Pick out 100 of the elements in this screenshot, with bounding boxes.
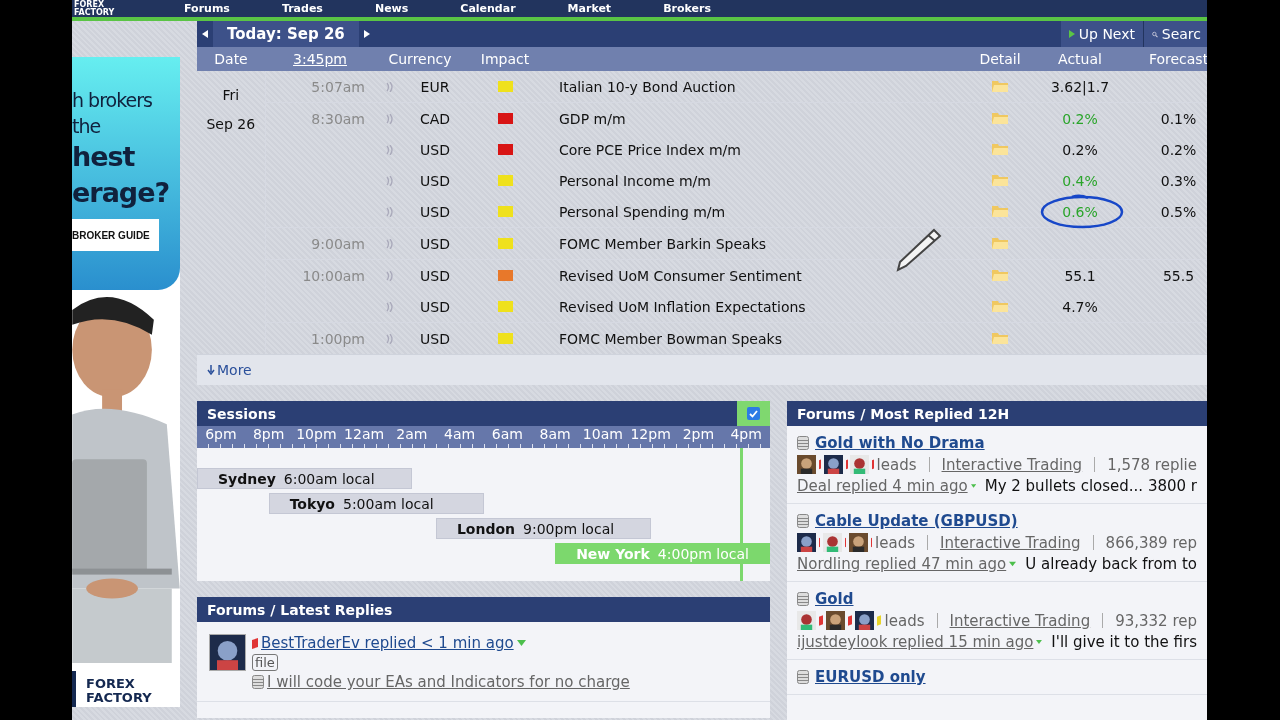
event-name[interactable]: Revised UoM Inflation Expectations [559, 298, 806, 315]
folder-icon[interactable] [992, 330, 1008, 344]
last-reply-link[interactable]: Deal replied 4 min ago [797, 477, 968, 495]
thread-title[interactable]: Gold with No Drama [815, 434, 985, 452]
panel-title: Forums / Latest Replies [207, 601, 394, 618]
folder-icon[interactable] [992, 141, 1008, 155]
folder-icon[interactable] [992, 78, 1008, 92]
event-name[interactable]: Revised UoM Consumer Sentiment [559, 267, 802, 284]
nav-link[interactable]: Market [567, 2, 612, 15]
ad-headline: erage? [72, 176, 171, 210]
last-reply-link[interactable]: ijustdeylook replied 15 min ago [797, 633, 1034, 651]
search-button[interactable]: Searc [1143, 21, 1207, 47]
forum-link[interactable]: Interactive Trading [940, 533, 1081, 552]
thread-icon [797, 670, 809, 684]
sound-wave-icon [386, 238, 394, 249]
ad-headline: h brokers [72, 88, 153, 113]
dropdown-icon [970, 483, 976, 489]
nav-link[interactable]: Brokers [663, 2, 711, 15]
up-next-button[interactable]: Up Next [1060, 21, 1143, 47]
date-tab[interactable]: Today: Sep 26 [213, 21, 359, 47]
folder-icon[interactable] [992, 172, 1008, 186]
thread-icon [797, 436, 809, 450]
nav-link[interactable]: Forums [184, 2, 230, 15]
folder-icon[interactable] [992, 110, 1008, 124]
nav-link[interactable]: Trades [281, 2, 323, 15]
event-name[interactable]: FOMC Member Barkin Speaks [559, 235, 767, 252]
previous-arrow-icon[interactable] [202, 30, 208, 38]
currency-code: USD [420, 141, 450, 158]
ad-button[interactable]: BROKER GUIDE [72, 219, 159, 251]
hour-label: 4pm [729, 426, 763, 444]
folder-icon[interactable] [992, 298, 1008, 312]
dropdown-icon[interactable] [516, 640, 526, 646]
ad-banner[interactable]: h brokers the hest erage? BROKER GUIDE FOREX FACTORY [72, 57, 180, 707]
event-name[interactable]: Core PCE Price Index m/m [559, 141, 741, 158]
thread-title[interactable]: Cable Update (GBPUSD) [815, 512, 1018, 530]
sound-wave-icon [386, 81, 394, 92]
down-arrow-icon [207, 365, 215, 375]
currency-code: USD [420, 203, 450, 220]
nav-link[interactable]: Calendar [460, 2, 516, 15]
hour-label: 4am [443, 426, 477, 444]
thread-icon [252, 675, 264, 689]
hour-label: 8am [538, 426, 572, 444]
more-link[interactable]: More [207, 362, 252, 378]
actual-value: 3.62|1.7 [1050, 78, 1110, 95]
thread-link[interactable]: I will code your EAs and Indicators for no charge [267, 673, 630, 691]
ad-headline: hest [72, 140, 136, 174]
ad-logo: FOREX FACTORY [72, 671, 180, 707]
hour-label: 6pm [204, 426, 238, 444]
sound-wave-icon [386, 113, 394, 124]
event-time: 1:00pm [311, 330, 365, 347]
reply-count: 93,332 rep [1115, 611, 1197, 630]
folder-icon[interactable] [992, 203, 1008, 217]
folder-icon[interactable] [992, 235, 1008, 249]
panel-title: Sessions [207, 405, 277, 422]
event-name[interactable]: Personal Income m/m [559, 172, 711, 189]
event-name[interactable]: FOMC Member Bowman Speaks [559, 330, 782, 347]
reply-count: 1,578 replie [1107, 455, 1197, 474]
day-label: Fri [221, 86, 241, 105]
next-arrow-icon[interactable] [363, 30, 370, 38]
currency-code: EUR [420, 78, 450, 95]
dropdown-icon [1009, 561, 1017, 567]
event-name[interactable]: Personal Spending m/m [559, 203, 726, 220]
dropdown-icon [1036, 639, 1043, 645]
hour-label: 2am [395, 426, 429, 444]
checkbox[interactable] [747, 407, 760, 420]
reply-count: 866,389 rep [1105, 533, 1197, 552]
thread-icon [797, 592, 809, 606]
reply-excerpt: U already back from to [1025, 555, 1197, 573]
nav-link[interactable]: News [374, 2, 409, 15]
session-bar: Sydney 6:00am local [197, 468, 412, 489]
session-bar: New York 4:00pm local [555, 543, 770, 564]
forecast-value: 0.2% [1160, 141, 1197, 158]
event-time: 10:00am [302, 267, 365, 284]
thread-title[interactable]: Gold [815, 590, 854, 608]
currency-code: USD [420, 298, 450, 315]
last-reply-link[interactable]: Nordling replied 47 min ago [797, 555, 1007, 573]
thread-icon [797, 514, 809, 528]
date-label: Sep 26 [205, 115, 257, 134]
logo: FOREX FACTORY [73, 0, 116, 17]
reply-link[interactable]: BestTraderEv replied < 1 min ago [261, 634, 514, 652]
event-name[interactable]: Italian 10-y Bond Auction [559, 78, 736, 95]
sound-wave-icon [386, 206, 394, 217]
actual-value: 0.6% [1062, 203, 1098, 220]
forum-link[interactable]: Interactive Trading [949, 611, 1091, 630]
reply-excerpt: My 2 bullets closed... 3800 r [984, 477, 1197, 495]
play-icon [1068, 30, 1075, 38]
event-name[interactable]: GDP m/m [559, 110, 626, 127]
sound-wave-icon [386, 144, 394, 155]
actual-value: 0.2% [1062, 110, 1098, 127]
event-time: 9:00am [311, 235, 365, 252]
forecast-value: 0.3% [1160, 172, 1197, 189]
reply-excerpt: I'll give it to the firs [1051, 633, 1197, 651]
event-time: 5:07am [311, 78, 365, 95]
thread-title[interactable]: EURUSD only [815, 668, 926, 686]
hour-label: 10am [581, 426, 624, 444]
hour-label: 2pm [681, 426, 716, 444]
hour-label: 6am [490, 426, 524, 444]
folder-icon[interactable] [992, 267, 1008, 281]
forum-link[interactable]: Interactive Trading [941, 455, 1083, 474]
file-tag: file [252, 654, 278, 671]
